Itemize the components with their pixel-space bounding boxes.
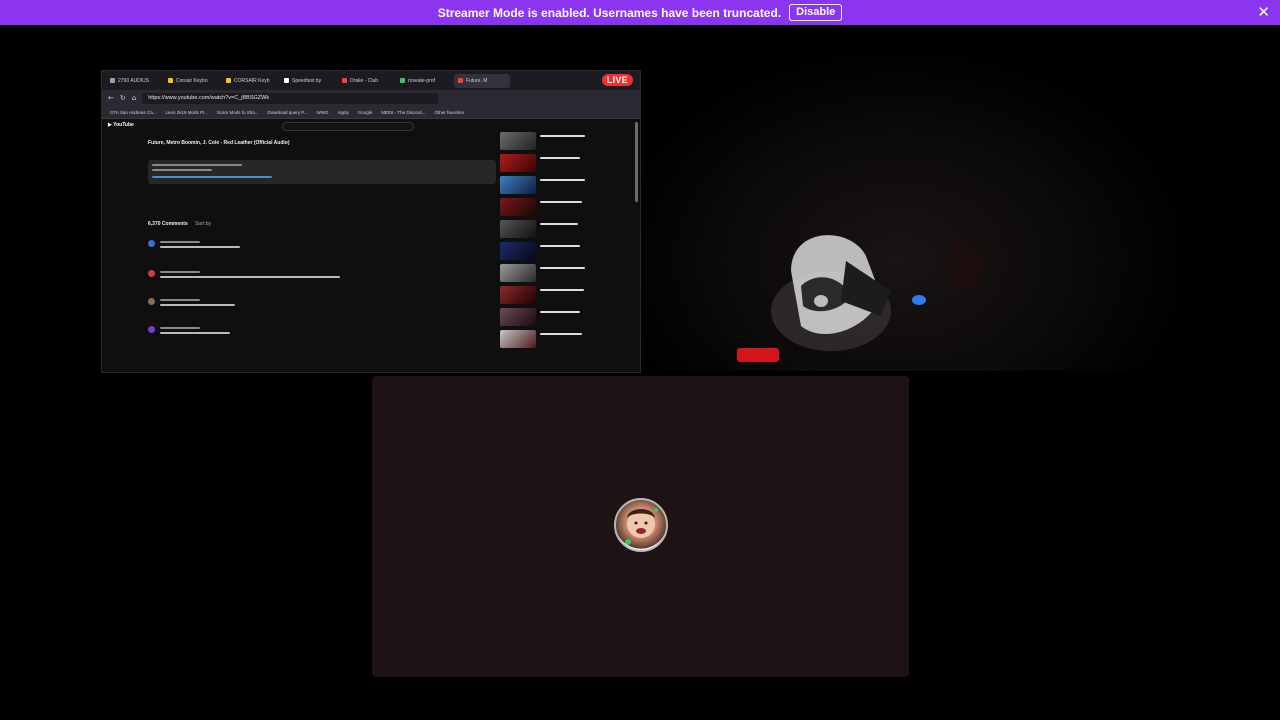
bookmark-item[interactable]: Scam Mods fo Sha...	[217, 110, 259, 115]
video-description	[148, 160, 496, 184]
bookmark-item[interactable]: Leon 2k19 Mods Pl...	[165, 110, 207, 115]
browser-tab[interactable]: Speedtest by	[280, 74, 336, 88]
comment-item	[148, 298, 498, 318]
favicon-icon	[458, 78, 463, 83]
reload-icon[interactable]: ↻	[120, 94, 126, 102]
favicon-icon	[342, 78, 347, 83]
suggested-video[interactable]	[500, 286, 590, 304]
avatar	[148, 270, 155, 277]
comments-count: 6,370 Comments Sort by	[148, 221, 211, 227]
browser-tab-active[interactable]: Future, M	[454, 73, 510, 88]
banner-message: Streamer Mode is enabled. Usernames have…	[437, 5, 782, 20]
tab-label: 2790 AUDIUS	[118, 77, 150, 84]
favicon-icon	[226, 78, 231, 83]
comments-count-label: 6,370 Comments	[148, 221, 188, 227]
bookmark-item[interactable]: Other favorites	[434, 110, 464, 115]
comment-item	[148, 270, 498, 290]
comment-item	[148, 326, 498, 346]
webcam-tile[interactable]	[641, 56, 1179, 371]
live-badge: LIVE	[601, 74, 633, 86]
disable-streamer-mode-button[interactable]: Disable	[789, 4, 843, 21]
browser-tab[interactable]: Drake - Club	[338, 74, 394, 88]
favicon-icon	[168, 78, 173, 83]
bookmark-item[interactable]: Apply	[337, 110, 348, 115]
bookmark-item[interactable]: Google	[358, 110, 373, 115]
streamer-mode-banner: Streamer Mode is enabled. Usernames have…	[0, 0, 1280, 25]
avatar[interactable]	[614, 498, 668, 552]
browser-tabstrip: 2790 AUDIUS Corsair Keybo CORSAIR Keyb S…	[102, 71, 640, 90]
favicon-icon	[110, 78, 115, 83]
browser-tab[interactable]: roseate-prof	[396, 74, 452, 88]
video-title: Future, Metro Boomin, J. Cole - Red Leat…	[148, 140, 290, 146]
tab-label: CORSAIR Keyb	[234, 77, 270, 84]
webcam-feed	[737, 235, 986, 362]
screenshare-tile[interactable]: 2790 AUDIUS Corsair Keybo CORSAIR Keyb S…	[101, 70, 641, 373]
sort-by-label: Sort by	[195, 221, 211, 227]
close-icon[interactable]: ✕	[1257, 3, 1270, 21]
favicon-icon	[284, 78, 289, 83]
bookmark-item[interactable]: MEE6 - The Discord...	[381, 110, 425, 115]
browser-tab[interactable]: Corsair Keybo	[164, 74, 220, 88]
tab-label: roseate-prof	[408, 77, 435, 84]
suggested-video[interactable]	[500, 242, 590, 260]
comment-item	[148, 240, 498, 260]
voice-participant-tile[interactable]	[372, 376, 909, 677]
avatar	[148, 326, 155, 333]
home-icon[interactable]: ⌂	[132, 94, 136, 102]
avatar-image	[625, 508, 658, 545]
tab-label: Speedtest by	[292, 77, 322, 84]
bookmark-item[interactable]: WWG	[316, 110, 328, 115]
tab-label: Drake - Club	[350, 77, 379, 84]
suggested-video[interactable]	[500, 198, 590, 216]
suggested-video[interactable]	[500, 154, 590, 172]
browser-tab[interactable]: CORSAIR Keyb	[222, 74, 278, 88]
browser-tab[interactable]: 2790 AUDIUS	[106, 74, 162, 88]
suggested-video[interactable]	[500, 264, 590, 282]
page-scrollbar[interactable]	[635, 122, 638, 202]
bookmark-item[interactable]: Download query P...	[268, 110, 308, 115]
youtube-search-input	[282, 122, 414, 131]
favicon-icon	[400, 78, 405, 83]
avatar	[148, 298, 155, 305]
bookmark-item[interactable]: GTA San Andreas Ca...	[110, 110, 156, 115]
browser-toolbar: ← ↻ ⌂ https://www.youtube.com/watch?v=C_…	[102, 90, 640, 106]
suggested-video[interactable]	[500, 132, 590, 150]
address-bar[interactable]: https://www.youtube.com/watch?v=C_jBBSGZ…	[142, 92, 439, 104]
suggested-video[interactable]	[500, 220, 590, 238]
suggested-video[interactable]	[500, 176, 590, 194]
suggested-video[interactable]	[500, 330, 590, 348]
suggested-video[interactable]	[500, 308, 590, 326]
youtube-page: ▶ YouTube Future, Metro Boomin, J. Cole …	[102, 120, 640, 372]
back-icon[interactable]: ←	[108, 94, 114, 102]
tab-label: Future, M	[466, 77, 488, 84]
bookmarks-bar: GTA San Andreas Ca... Leon 2k19 Mods Pl.…	[102, 106, 640, 119]
avatar	[148, 240, 155, 247]
youtube-logo: ▶ YouTube	[108, 122, 134, 128]
tab-label: Corsair Keybo	[176, 77, 208, 84]
